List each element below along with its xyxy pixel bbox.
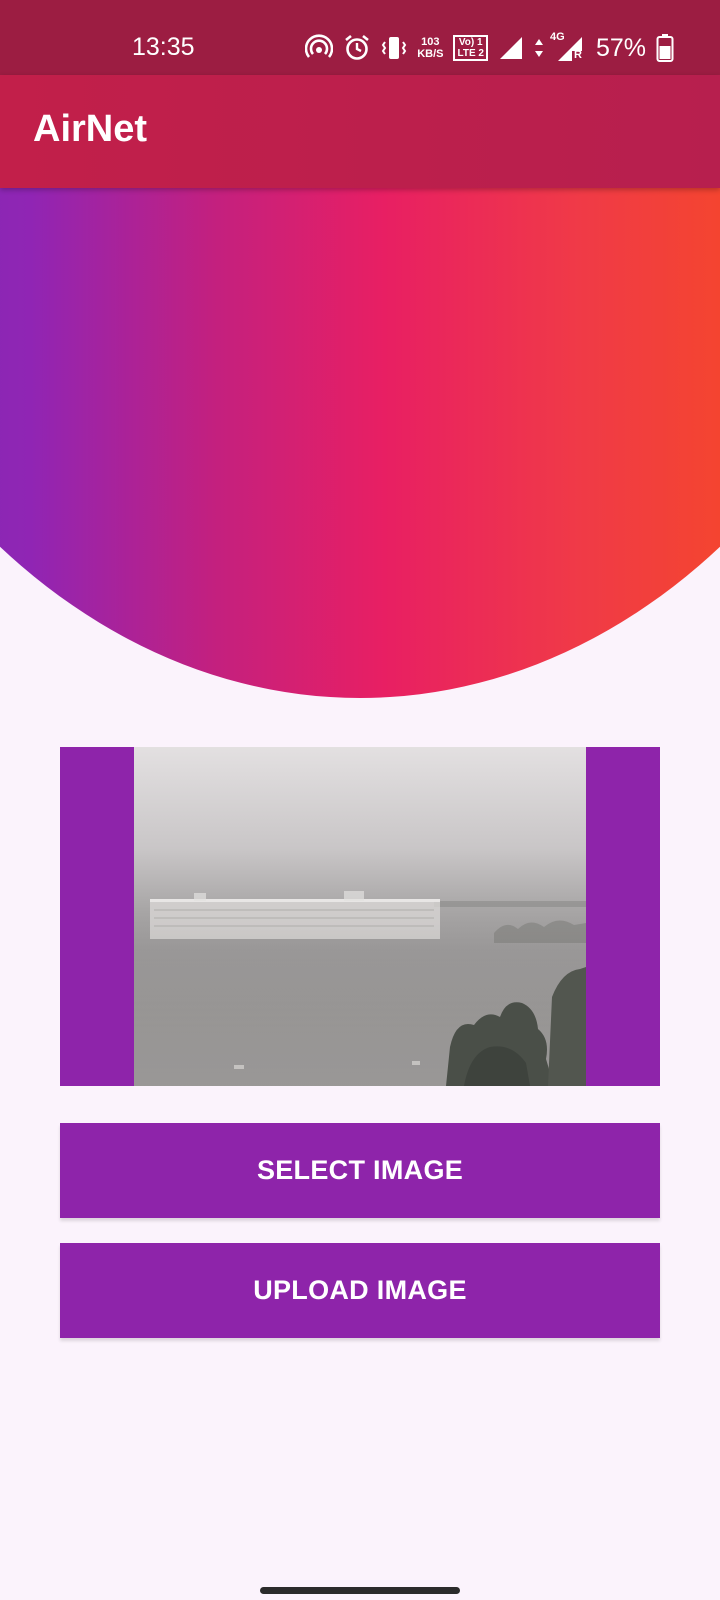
status-bar: 13:35 103 KB/S Vo) 1 LTE 2 4G R 57% [0,0,720,75]
network-label: 4G [549,31,565,43]
selected-image-preview [134,747,586,1086]
data-arrows-icon [534,37,544,59]
volte-line2: LTE 2 [457,48,484,59]
net-speed: 103 KB/S [417,36,443,60]
battery-percent: 57% [595,34,646,62]
net-speed-unit: KB/S [417,48,444,60]
signal-4g-icon: 4G R [550,31,584,63]
select-image-button[interactable]: SELECT IMAGE [60,1123,660,1218]
alarm-icon [343,34,371,62]
upload-image-button[interactable]: UPLOAD IMAGE [60,1243,660,1338]
header-decoration [0,188,720,708]
vibrate-icon [381,34,407,62]
hotspot-icon [305,34,334,62]
volte-line1: Vo) 1 [458,37,483,48]
status-icons: 103 KB/S Vo) 1 LTE 2 4G R 57% [305,28,674,68]
battery-icon [656,34,674,62]
roaming-label: R [573,49,582,61]
signal-icon [498,35,524,61]
image-preview-card [60,747,660,1086]
status-time: 13:35 [132,33,195,61]
volte-badge: Vo) 1 LTE 2 [453,35,488,61]
app-title: AirNet [33,108,148,150]
gesture-nav-handle[interactable] [260,1587,460,1594]
app-bar: AirNet [0,75,720,188]
gradient-circle [0,188,720,698]
net-speed-value: 103 [421,36,440,48]
